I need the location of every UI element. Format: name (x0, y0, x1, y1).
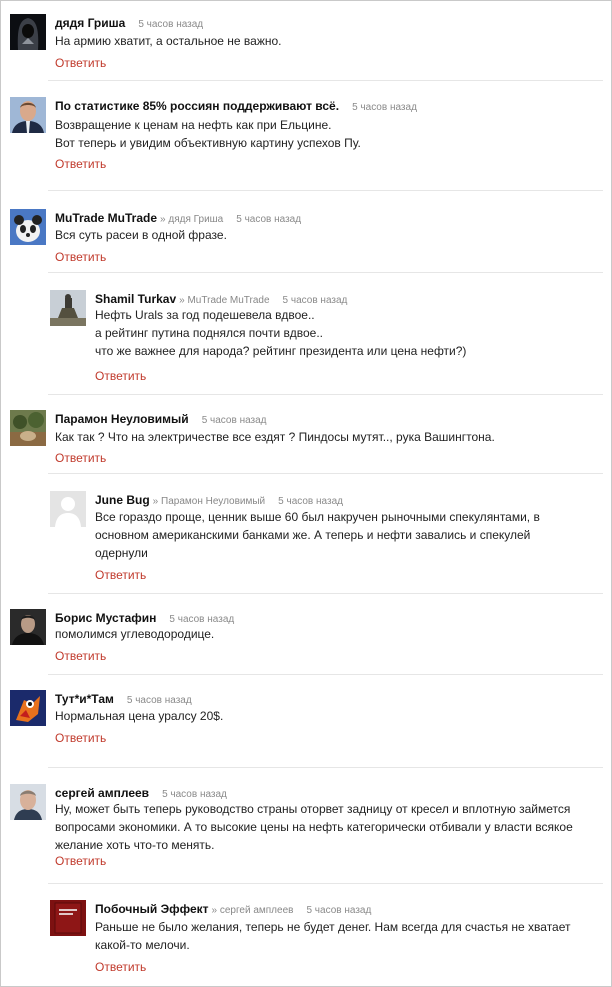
comment-text: Нефть Urals за год подешевела вдвое.. а … (95, 308, 467, 358)
panda-avatar[interactable] (10, 209, 46, 245)
reply-link[interactable]: Ответить (55, 56, 106, 70)
reply-to[interactable]: » дядя Гриша (160, 214, 223, 225)
author-name[interactable]: По статистике 85% россиян поддерживают в… (55, 99, 339, 113)
comment-header: Побочный Эффект» сергей амплеев 5 часов н… (95, 900, 371, 918)
separator (48, 674, 603, 675)
author-name[interactable]: MuTrade MuTrade (55, 211, 157, 225)
reply-link[interactable]: Ответить (95, 960, 146, 974)
author-name[interactable]: June Bug (95, 493, 150, 507)
reply-to[interactable]: » Парамон Неуловимый (153, 496, 265, 507)
timestamp[interactable]: 5 часов назад (169, 614, 234, 625)
separator (48, 272, 603, 273)
comment-reply: Shamil Turkav» MuTrade MuTrade 5 часов на… (50, 290, 600, 386)
man-portrait-avatar[interactable] (10, 609, 46, 645)
comment: Тут*и*Там 5 часов назад Нормальная цена у… (10, 690, 600, 750)
author-name[interactable]: Парамон Неуловимый (55, 412, 189, 426)
comment: дядя Гриша 5 часов назад На армию хватит,… (10, 14, 600, 74)
reply-to[interactable]: » сергей амплеев (212, 905, 294, 916)
reply-link[interactable]: Ответить (55, 451, 106, 465)
timestamp[interactable]: 5 часов назад (352, 102, 417, 113)
reply-link[interactable]: Ответить (55, 731, 106, 745)
comment-header: MuTrade MuTrade» дядя Гриша 5 часов назад (55, 209, 301, 227)
reply-link[interactable]: Ответить (55, 157, 106, 171)
timestamp[interactable]: 5 часов назад (162, 789, 227, 800)
reply-link[interactable]: Ответить (95, 369, 146, 383)
comment-text: Ну, может быть теперь руководство страны… (55, 802, 573, 852)
separator (48, 883, 603, 884)
comment-reply: June Bug» Парамон Неуловимый 5 часов наза… (50, 491, 600, 587)
author-name[interactable]: сергей амплеев (55, 786, 149, 800)
author-name[interactable]: дядя Гриша (55, 16, 125, 30)
comment-text: Как так ? Что на электричестве все ездят… (55, 430, 495, 444)
reply-link[interactable]: Ответить (55, 649, 106, 663)
reply-link[interactable]: Ответить (95, 568, 146, 582)
timestamp[interactable]: 5 часов назад (138, 19, 203, 30)
comment-text: Раньше не было желания, теперь не будет … (95, 920, 571, 952)
reply-link[interactable]: Ответить (55, 250, 106, 264)
comment: По статистике 85% россиян поддерживают в… (10, 97, 600, 175)
separator (48, 190, 603, 191)
comment-text: Возвращение к ценам на нефть как при Ель… (55, 118, 361, 150)
author-name[interactable]: Побочный Эффект (95, 902, 209, 916)
politician-avatar[interactable] (10, 97, 46, 133)
timestamp[interactable]: 5 часов назад (127, 695, 192, 706)
book-cover-avatar[interactable] (50, 900, 86, 936)
comment-text: Нормальная цена уралсу 20$. (55, 709, 224, 723)
comment-header: Парамон Неуловимый 5 часов назад (55, 410, 267, 428)
comment-text: помолимся углеводородице. (55, 627, 215, 641)
comment: Парамон Неуловимый 5 часов назад Как так … (10, 410, 600, 470)
default-user-avatar[interactable] (50, 491, 86, 527)
reply-to[interactable]: » MuTrade MuTrade (179, 295, 269, 306)
monument-avatar[interactable] (50, 290, 86, 326)
separator (48, 593, 603, 594)
comment: Борис Мустафин 5 часов назад помолимся уг… (10, 609, 600, 669)
comment-header: дядя Гриша 5 часов назад (55, 14, 203, 32)
timestamp[interactable]: 5 часов назад (306, 905, 371, 916)
comment-text: Вся суть расеи в одной фразе. (55, 228, 227, 242)
comment-text: На армию хватит, а остальное не важно. (55, 34, 282, 48)
separator (48, 394, 603, 395)
cartoon-parrot-avatar[interactable] (10, 690, 46, 726)
timestamp[interactable]: 5 часов назад (278, 496, 343, 507)
comment-header: June Bug» Парамон Неуловимый 5 часов наза… (95, 491, 343, 509)
separator (48, 767, 603, 768)
comment-header: По статистике 85% россиян поддерживают в… (55, 97, 417, 115)
forest-avatar[interactable] (10, 410, 46, 446)
comment: MuTrade MuTrade» дядя Гриша 5 часов назад… (10, 209, 600, 269)
comments-panel: дядя Гриша 5 часов назад На армию хватит,… (0, 0, 612, 987)
hooded-figure-avatar[interactable] (10, 14, 46, 50)
author-name[interactable]: Борис Мустафин (55, 611, 156, 625)
reply-link[interactable]: Ответить (55, 854, 106, 868)
comment: сергей амплеев 5 часов назад Ну, может бы… (10, 784, 600, 868)
comment-reply: Побочный Эффект» сергей амплеев 5 часов н… (50, 900, 600, 980)
separator (48, 473, 603, 474)
timestamp[interactable]: 5 часов назад (202, 415, 267, 426)
separator (48, 80, 603, 81)
author-name[interactable]: Тут*и*Там (55, 692, 114, 706)
timestamp[interactable]: 5 часов назад (283, 295, 348, 306)
timestamp[interactable]: 5 часов назад (236, 214, 301, 225)
comment-text: Все гораздо проще, ценник выше 60 был на… (95, 510, 540, 560)
comment-header: Тут*и*Там 5 часов назад (55, 690, 192, 708)
man-face-avatar[interactable] (10, 784, 46, 820)
author-name[interactable]: Shamil Turkav (95, 292, 176, 306)
